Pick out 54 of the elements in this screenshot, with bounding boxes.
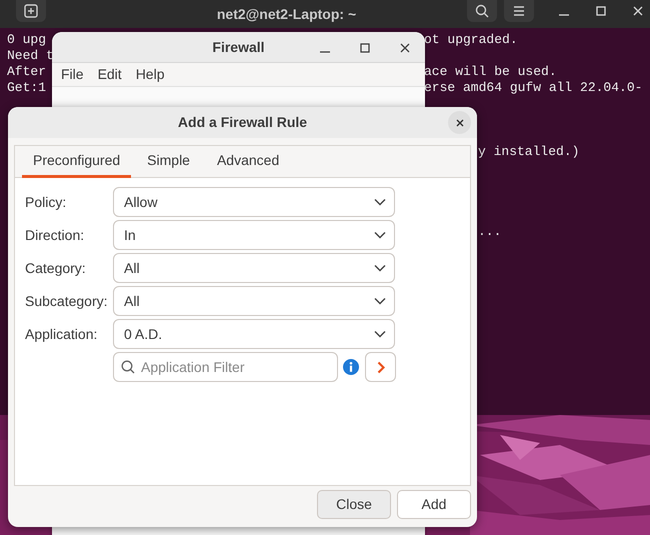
dialog-button[interactable]: Add bbox=[397, 490, 471, 519]
menu-item[interactable]: Help bbox=[128, 64, 172, 85]
minimize-icon bbox=[320, 51, 330, 53]
close-icon bbox=[633, 6, 643, 16]
tab[interactable]: Advanced bbox=[206, 146, 290, 178]
dialog-title: Add a Firewall Rule bbox=[178, 113, 308, 132]
new-tab-icon bbox=[24, 4, 38, 18]
field-label: Application: bbox=[25, 324, 98, 344]
chevron-down-icon bbox=[374, 330, 386, 338]
close-icon bbox=[456, 118, 464, 126]
chevron-down-icon bbox=[374, 297, 386, 305]
terminal-text: ... bbox=[478, 224, 502, 240]
dropdown[interactable]: Allow bbox=[113, 187, 395, 217]
close-button[interactable] bbox=[448, 111, 471, 134]
field-label: Direction: bbox=[25, 226, 86, 244]
search-icon bbox=[121, 360, 135, 374]
terminal-text: Get:1 bbox=[7, 80, 46, 96]
menu-button[interactable] bbox=[504, 0, 534, 22]
dropdown[interactable]: All bbox=[113, 286, 395, 316]
search-field[interactable]: Application Filter bbox=[113, 352, 338, 382]
terminal-text: erse amd64 gufw all 22.04.0- bbox=[424, 80, 642, 96]
chevron-down-icon bbox=[374, 198, 386, 206]
terminal-text: Need t bbox=[7, 48, 54, 64]
dropdown[interactable]: 0 A.D. bbox=[113, 319, 395, 349]
dropdown[interactable]: All bbox=[113, 253, 395, 283]
chevron-down-icon bbox=[374, 264, 386, 272]
tab[interactable]: Preconfigured bbox=[22, 146, 132, 178]
field-label: Subcategory: bbox=[25, 292, 108, 311]
menu-icon bbox=[513, 5, 525, 17]
search-button[interactable] bbox=[467, 0, 497, 22]
dropdown[interactable]: In bbox=[113, 220, 395, 250]
tab[interactable]: Simple bbox=[136, 146, 201, 178]
menu-item[interactable]: Edit bbox=[90, 64, 129, 85]
maximize-icon bbox=[360, 43, 370, 53]
terminal-text: After bbox=[7, 64, 46, 80]
window-title: net2@net2-Laptop: ~ bbox=[216, 5, 356, 24]
terminal-text: ace will be used. bbox=[424, 64, 557, 80]
close-icon bbox=[400, 43, 410, 53]
next-button[interactable] bbox=[365, 352, 396, 382]
chevron-down-icon bbox=[374, 231, 386, 239]
terminal-text: y installed.) bbox=[478, 144, 580, 160]
chevron-right-icon bbox=[376, 360, 384, 374]
window-title: Firewall bbox=[212, 38, 265, 56]
maximize-icon bbox=[596, 6, 606, 16]
terminal-text: 0 upg bbox=[7, 32, 46, 48]
info-icon bbox=[343, 359, 359, 375]
new-tab-button[interactable] bbox=[16, 0, 46, 22]
dialog-button[interactable]: Close bbox=[317, 490, 391, 519]
minimize-icon bbox=[559, 14, 569, 16]
menu-item[interactable]: File bbox=[54, 64, 91, 85]
field-label: Policy: bbox=[25, 192, 68, 212]
field-label: Category: bbox=[25, 258, 87, 278]
search-icon bbox=[475, 4, 489, 18]
terminal-text: ot upgraded. bbox=[424, 32, 518, 48]
